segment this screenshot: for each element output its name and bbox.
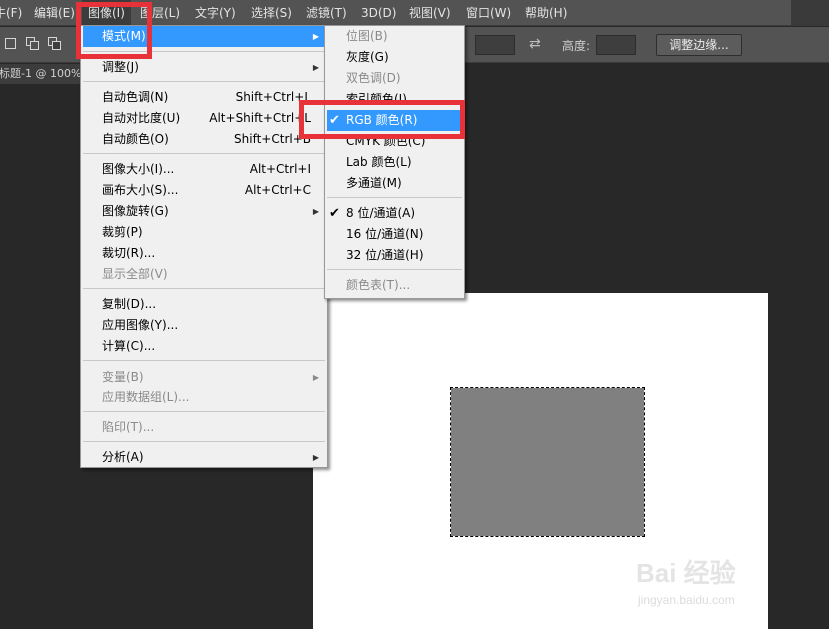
new-selection-icon[interactable] [4, 36, 20, 52]
watermark-logo: Bai 经验 [636, 558, 736, 588]
image-menu-item-canvas-size[interactable]: 画布大小(S)... Alt+Ctrl+C [83, 180, 325, 201]
menu-item-label: 画布大小(S)... [102, 183, 179, 197]
checkmark-icon: ✔ [329, 206, 340, 221]
menu-item-label: 自动色调(N) [102, 90, 169, 104]
image-menu-item-duplicate[interactable]: 复制(D)... [83, 294, 325, 315]
image-menu-item-image-size[interactable]: 图像大小(I)... Alt+Ctrl+I [83, 159, 325, 180]
menu-separator [327, 197, 462, 198]
annotation-box-rgb-color [299, 100, 465, 139]
menu-item-label: 调整(J) [102, 60, 139, 74]
mode-item-duotone: 双色调(D) [327, 68, 462, 89]
image-menu-item-reveal-all: 显示全部(V) [83, 264, 325, 285]
image-menu-item-auto-color[interactable]: 自动颜色(O) Shift+Ctrl+B [83, 129, 325, 150]
height-field[interactable] [596, 35, 636, 55]
menu-item-shortcut: Alt+Shift+Ctrl+L [209, 111, 311, 125]
mode-item-lab-color[interactable]: Lab 颜色(L) [327, 152, 462, 173]
submenu-arrow-icon: ▶ [312, 63, 319, 72]
menu-item-label: 位图(B) [346, 29, 388, 43]
menu-select[interactable]: 选择(S) [245, 0, 298, 26]
menu-item-label: 32 位/通道(H) [346, 248, 424, 262]
add-selection-icon[interactable] [26, 36, 42, 52]
menu-item-label: 双色调(D) [346, 71, 401, 85]
menu-item-label: 计算(C)... [102, 339, 156, 353]
annotation-box-image-mode [76, 2, 152, 59]
image-menu-item-apply-data-set: 应用数据组(L)... [83, 387, 325, 408]
mode-item-multichannel[interactable]: 多通道(M) [327, 173, 462, 194]
menu-item-label: 自动对比度(U) [102, 111, 181, 125]
image-menu-item-auto-tone[interactable]: 自动色调(N) Shift+Ctrl+L [83, 87, 325, 108]
baidu-watermark: Bai 经验 jingyan.baidu.com [636, 553, 826, 613]
menu-item-label: 分析(A) [102, 450, 144, 464]
mode-submenu: 位图(B) 灰度(G) 双色调(D) 索引颜色(I)... ✔ RGB 颜色(R… [324, 25, 465, 299]
menu-separator [83, 441, 325, 442]
height-label: 高度: [562, 39, 591, 53]
menu-item-label: 多通道(M) [346, 176, 402, 190]
selected-gray-rectangle [450, 387, 645, 537]
image-menu-item-trap: 陷印(T)... [83, 417, 325, 438]
submenu-arrow-icon: ▶ [312, 32, 319, 41]
menu-separator [83, 411, 325, 412]
document-tab-title: 无标题-1 @ 100% [0, 67, 82, 80]
menu-separator [83, 360, 325, 361]
menu-item-label: 16 位/通道(N) [346, 227, 424, 241]
image-menu-item-crop[interactable]: 裁剪(P) [83, 222, 325, 243]
image-menu: 模式(M) ▶ 调整(J) ▶ 自动色调(N) Shift+Ctrl+L 自动对… [80, 25, 328, 468]
menu-edit[interactable]: 编辑(E) [28, 0, 81, 26]
submenu-arrow-icon: ▶ [312, 373, 319, 382]
mode-item-grayscale[interactable]: 灰度(G) [327, 47, 462, 68]
image-menu-item-calculations[interactable]: 计算(C)... [83, 336, 325, 357]
menu-item-label: 陷印(T)... [102, 420, 155, 434]
watermark-url: jingyan.baidu.com [638, 593, 735, 607]
refine-edge-button[interactable]: 调整边缘... [656, 34, 742, 56]
menu-item-label: Lab 颜色(L) [346, 155, 412, 169]
mode-item-color-table: 颜色表(T)... [327, 275, 462, 296]
menu-item-label: 图像旋转(G) [102, 204, 169, 218]
menu-separator [83, 153, 325, 154]
submenu-arrow-icon: ▶ [312, 207, 319, 216]
mode-item-32-bit[interactable]: 32 位/通道(H) [327, 245, 462, 266]
menu-type[interactable]: 文字(Y) [189, 0, 242, 26]
menu-filter[interactable]: 滤镜(T) [300, 0, 353, 26]
window-corner [791, 0, 829, 26]
menu-view[interactable]: 视图(V) [403, 0, 457, 26]
menu-item-label: 自动颜色(O) [102, 132, 169, 146]
menu-item-label: 灰度(G) [346, 50, 389, 64]
menu-separator [83, 81, 325, 82]
menu-help[interactable]: 帮助(H) [519, 0, 573, 26]
subtract-selection-icon[interactable] [48, 36, 64, 52]
menu-window[interactable]: 窗口(W) [460, 0, 517, 26]
image-menu-item-trim[interactable]: 裁切(R)... [83, 243, 325, 264]
image-menu-item-apply-image[interactable]: 应用图像(Y)... [83, 315, 325, 336]
menu-file[interactable]: 牛(F) [0, 0, 28, 26]
menu-item-label: 变量(B) [102, 370, 144, 384]
menu-item-label: 应用图像(Y)... [102, 318, 179, 332]
menu-item-label: 颜色表(T)... [346, 278, 411, 292]
swap-icon[interactable]: ⇄ [529, 36, 541, 52]
image-menu-item-analysis[interactable]: 分析(A) ▶ [83, 447, 325, 468]
menu-item-shortcut: Alt+Ctrl+C [244, 183, 311, 197]
mode-item-8-bit[interactable]: ✔ 8 位/通道(A) [327, 203, 462, 224]
menu-item-label: 裁切(R)... [102, 246, 156, 260]
menu-item-label: 8 位/通道(A) [346, 206, 416, 220]
menu-item-label: 图像大小(I)... [102, 162, 175, 176]
width-field[interactable] [475, 35, 515, 55]
menu-item-label: 复制(D)... [102, 297, 157, 311]
menu-item-label: 显示全部(V) [102, 267, 168, 281]
mode-item-16-bit[interactable]: 16 位/通道(N) [327, 224, 462, 245]
image-menu-item-auto-contrast[interactable]: 自动对比度(U) Alt+Shift+Ctrl+L [83, 108, 325, 129]
menu-separator [327, 269, 462, 270]
submenu-arrow-icon: ▶ [312, 453, 319, 462]
menu-item-label: 裁剪(P) [102, 225, 143, 239]
image-menu-item-image-rotation[interactable]: 图像旋转(G) ▶ [83, 201, 325, 222]
menu-item-label: 应用数据组(L)... [102, 390, 190, 404]
image-menu-item-adjust[interactable]: 调整(J) ▶ [83, 57, 325, 78]
menu-separator [83, 288, 325, 289]
image-menu-item-variables: 变量(B) ▶ [83, 367, 325, 388]
mode-item-bitmap: 位图(B) [327, 26, 462, 47]
menu-item-shortcut: Alt+Ctrl+I [249, 162, 311, 176]
menu-3d[interactable]: 3D(D) [355, 0, 402, 26]
document-tab[interactable]: 无标题-1 @ 100% [0, 64, 84, 84]
